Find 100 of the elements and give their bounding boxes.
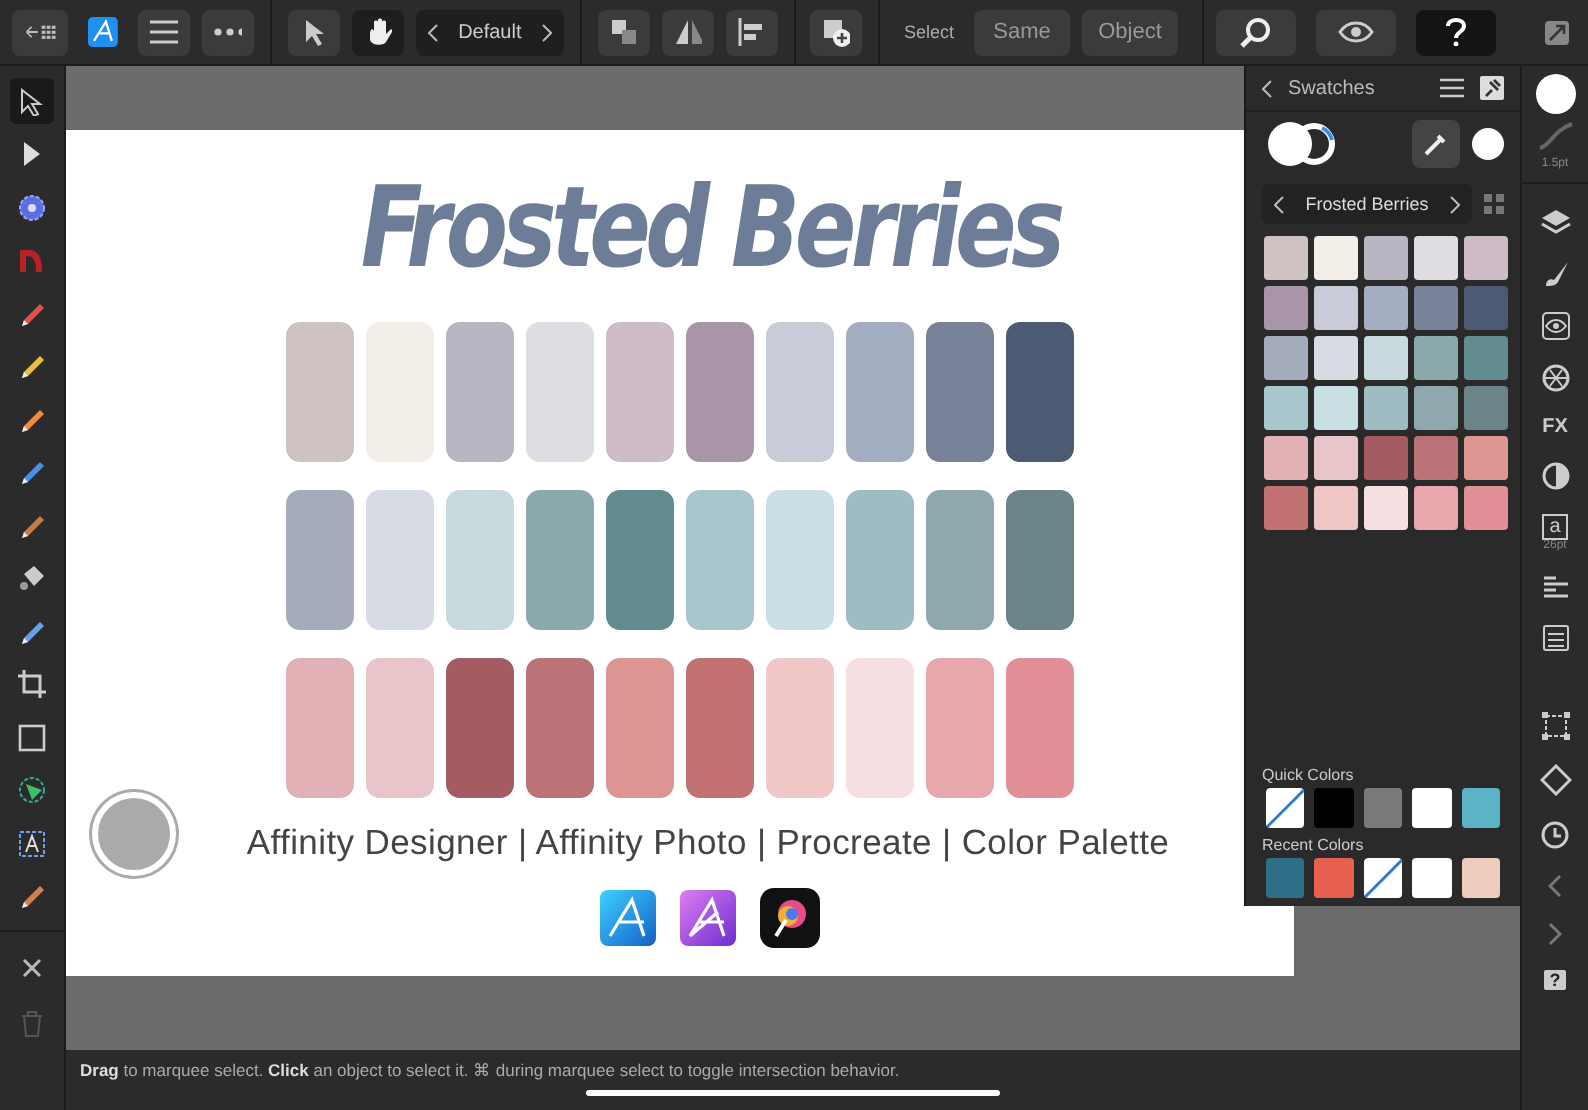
app-logo-icon[interactable] xyxy=(88,12,119,52)
color-swatch[interactable] xyxy=(1364,386,1408,430)
color-swatch[interactable] xyxy=(1464,386,1508,430)
color-swatch[interactable] xyxy=(1364,486,1408,530)
color-swatch[interactable] xyxy=(1314,788,1354,828)
rectangle-icon xyxy=(18,723,46,751)
align-button[interactable] xyxy=(725,9,777,55)
panel-title: Swatches xyxy=(1288,77,1377,99)
menu-icon[interactable] xyxy=(1440,78,1464,98)
color-swatch[interactable] xyxy=(1314,336,1358,380)
color-swatch[interactable] xyxy=(1414,436,1458,480)
color-swatch[interactable] xyxy=(1414,286,1458,330)
color-swatch[interactable] xyxy=(1414,386,1458,430)
stroke-icon[interactable] xyxy=(1537,122,1573,150)
grid-view-icon[interactable] xyxy=(1484,194,1504,214)
menu-button[interactable] xyxy=(138,9,191,55)
color-swatch[interactable] xyxy=(1412,858,1452,898)
color-swatch[interactable] xyxy=(1414,236,1458,280)
color-swatch[interactable] xyxy=(1364,336,1408,380)
select-label: Select xyxy=(904,22,955,42)
color-picker-button[interactable] xyxy=(1412,120,1460,168)
flip-icon xyxy=(673,18,701,46)
color-swatch[interactable] xyxy=(1461,788,1501,828)
color-swatch[interactable] xyxy=(1364,286,1408,330)
palette-selector[interactable]: Frosted Berries xyxy=(1262,184,1472,224)
arrange-button[interactable] xyxy=(597,9,649,55)
no-color-swatch[interactable] xyxy=(1363,858,1403,898)
studio-toggle-button[interactable] xyxy=(1216,9,1297,55)
color-swatch[interactable] xyxy=(1412,788,1452,828)
menu-icon xyxy=(150,20,179,44)
boolean-button[interactable] xyxy=(810,9,863,55)
color-swatch[interactable] xyxy=(1314,486,1358,530)
color-swatch[interactable] xyxy=(1464,486,1508,530)
move-tool-icon xyxy=(18,87,46,115)
pin-icon[interactable] xyxy=(1480,76,1504,100)
studio-toggle-button[interactable] xyxy=(1316,9,1397,55)
flip-button[interactable] xyxy=(661,9,713,55)
color-swatch[interactable] xyxy=(1314,436,1358,480)
transform-icon[interactable] xyxy=(1541,712,1569,740)
color-swatch[interactable] xyxy=(1314,286,1358,330)
pointer-icon xyxy=(303,18,326,46)
move-tool-button[interactable] xyxy=(288,9,341,55)
color-swatch[interactable] xyxy=(1414,336,1458,380)
color-well[interactable] xyxy=(1535,74,1575,114)
back-grid-icon xyxy=(24,20,57,44)
color-swatch[interactable] xyxy=(1464,436,1508,480)
crop-icon xyxy=(18,670,46,698)
chevron-right-icon[interactable] xyxy=(1450,195,1460,213)
color-swatch[interactable] xyxy=(1464,236,1508,280)
persona-selector[interactable]: Default xyxy=(416,9,564,55)
color-swatch[interactable] xyxy=(1314,858,1354,898)
paragraph-icon[interactable] xyxy=(1541,576,1569,600)
color-swatch[interactable] xyxy=(1264,286,1308,330)
procreate-app-icon xyxy=(760,888,820,948)
color-swatch[interactable] xyxy=(1364,436,1408,480)
pencil-icon xyxy=(18,352,46,380)
color-swatch[interactable] xyxy=(1264,236,1308,280)
back-icon[interactable] xyxy=(1262,79,1272,97)
pen-icon xyxy=(18,299,46,327)
color-swatch[interactable] xyxy=(1264,436,1308,480)
color-swatch[interactable] xyxy=(1364,236,1408,280)
color-swatch[interactable] xyxy=(1266,858,1305,898)
current-color-swatch xyxy=(1472,128,1504,160)
aperture-icon[interactable] xyxy=(1541,364,1569,392)
section-label: Quick Colors xyxy=(1260,766,1356,784)
color-swatch[interactable] xyxy=(1461,858,1501,898)
palette-name: Frosted Berries xyxy=(1305,194,1429,214)
color-swatch[interactable] xyxy=(1264,336,1308,380)
layers-icon[interactable] xyxy=(1539,208,1571,236)
corner-tool-icon xyxy=(18,246,46,274)
fullscreen-icon[interactable] xyxy=(1544,19,1571,45)
hand-tool-button[interactable] xyxy=(352,9,405,55)
color-swatch[interactable] xyxy=(1264,486,1308,530)
color-swatch[interactable] xyxy=(1464,336,1508,380)
studio-toggle-button[interactable] xyxy=(1416,9,1497,55)
stack-icon[interactable] xyxy=(1541,624,1569,652)
select-option-button[interactable]: Object xyxy=(1082,9,1179,55)
fill-stroke-icon[interactable] xyxy=(1266,120,1338,168)
half-circle-icon[interactable] xyxy=(1541,462,1569,490)
more-button[interactable] xyxy=(202,9,255,55)
chevron-right-icon[interactable] xyxy=(541,23,552,41)
chevron-left-icon[interactable] xyxy=(1274,195,1284,213)
back-button[interactable] xyxy=(12,9,69,55)
nodes-icon[interactable] xyxy=(1539,764,1571,796)
color-swatch[interactable] xyxy=(1363,788,1403,828)
history-icon[interactable] xyxy=(1540,820,1570,850)
color-swatch[interactable] xyxy=(1264,386,1308,430)
close-icon[interactable] xyxy=(22,957,42,977)
chevron-left-icon[interactable] xyxy=(428,23,439,41)
help-button[interactable]: ? xyxy=(1543,970,1567,990)
color-swatch[interactable] xyxy=(1314,236,1358,280)
color-swatch[interactable] xyxy=(1414,486,1458,530)
select-option-button[interactable]: Same xyxy=(974,9,1071,55)
tool-button[interactable] xyxy=(10,78,54,124)
palette-title: Frosted Berries xyxy=(360,166,1060,294)
color-swatch[interactable] xyxy=(1314,386,1358,430)
effects-label[interactable]: FX xyxy=(1542,416,1568,438)
color-swatch[interactable] xyxy=(1464,286,1508,330)
eye-icon[interactable] xyxy=(1541,312,1569,340)
no-color-swatch[interactable] xyxy=(1266,788,1305,828)
